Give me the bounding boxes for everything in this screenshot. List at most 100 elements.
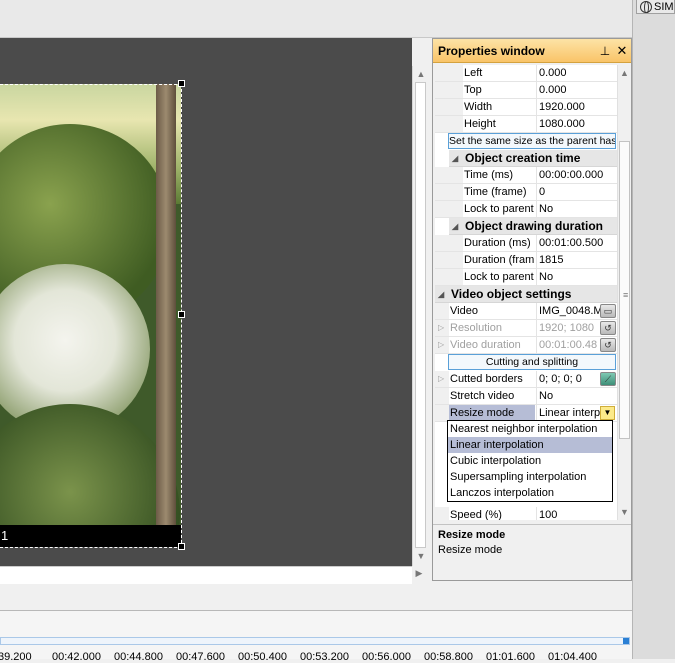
- timeline-tick: 01:04.400: [548, 651, 597, 663]
- dropdown-option[interactable]: Lanczos interpolation: [448, 485, 612, 501]
- crop-edit-icon[interactable]: ⟋: [600, 372, 616, 386]
- property-value[interactable]: 0.000: [536, 82, 617, 98]
- property-key: Duration (ms): [464, 237, 531, 249]
- timeline-tick: 39.200: [0, 651, 32, 663]
- canvas-horizontal-scroll-end[interactable]: ▶: [412, 566, 428, 582]
- property-key: Stretch video: [450, 390, 515, 402]
- category-video-object-settings[interactable]: ◢ Video object settings: [435, 286, 617, 303]
- property-row-speed[interactable]: Speed (%) 100: [435, 507, 617, 520]
- property-value[interactable]: 1815: [536, 252, 617, 268]
- timeline-tick: 00:44.800: [114, 651, 163, 663]
- property-value[interactable]: No: [536, 201, 617, 217]
- timeline-tick: 01:01.600: [486, 651, 535, 663]
- property-key: Height: [464, 118, 496, 130]
- resize-handle-middle-right[interactable]: [178, 311, 185, 318]
- resize-handle-top-right[interactable]: [178, 80, 185, 87]
- property-key: Video duration: [450, 339, 521, 351]
- property-value[interactable]: 1920.000: [536, 99, 617, 115]
- property-value[interactable]: No: [536, 269, 617, 285]
- timeline-tick: 00:42.000: [52, 651, 101, 663]
- property-key: Video: [450, 305, 478, 317]
- expand-triangle-icon[interactable]: ▷: [438, 340, 444, 349]
- category-object-drawing-duration[interactable]: ◢ Object drawing duration: [449, 218, 617, 235]
- same-size-as-parent-button[interactable]: Set the same size as the parent has: [448, 133, 616, 149]
- property-value[interactable]: 0.000: [536, 65, 617, 81]
- close-icon[interactable]: ✕: [615, 39, 629, 63]
- property-key: Width: [464, 101, 493, 113]
- property-row-cutted-borders[interactable]: ▷ Cutted borders 0; 0; 0; 0 ⟋: [435, 371, 617, 388]
- resize-handle-bottom-right[interactable]: [178, 543, 185, 550]
- scroll-up-arrow-icon[interactable]: ▲: [618, 66, 631, 80]
- timeline-scroll-bar[interactable]: [0, 637, 630, 645]
- property-row-duration-frames[interactable]: Duration (fram 1815: [435, 252, 617, 269]
- property-row-width[interactable]: Width 1920.000: [435, 99, 617, 116]
- property-row-left[interactable]: Left 0.000: [435, 65, 617, 82]
- category-object-creation-time[interactable]: ◢ Object creation time: [449, 150, 617, 167]
- property-row-lock-to-parent[interactable]: Lock to parent No: [435, 201, 617, 218]
- property-key: Resize mode: [449, 405, 535, 421]
- dropdown-option[interactable]: Cubic interpolation: [448, 453, 612, 469]
- expand-triangle-icon[interactable]: ▷: [438, 323, 444, 332]
- timeline-tick: 00:58.800: [424, 651, 473, 663]
- collapse-triangle-icon[interactable]: ◢: [438, 287, 444, 303]
- right-dock-tab[interactable]: SIM: [636, 0, 675, 14]
- scroll-up-arrow-icon[interactable]: ▲: [414, 67, 428, 81]
- dropdown-option[interactable]: Nearest neighbor interpolation: [448, 421, 612, 437]
- browse-folder-icon[interactable]: ▭: [600, 304, 616, 318]
- property-row-height[interactable]: Height 1080.000: [435, 116, 617, 133]
- timeline-tick: 00:47.600: [176, 651, 225, 663]
- property-row-duration-ms[interactable]: Duration (ms) 00:01:00.500: [435, 235, 617, 252]
- property-key: Lock to parent: [464, 271, 534, 283]
- property-value[interactable]: 00:01:00.500: [536, 235, 617, 251]
- property-key: Duration (fram: [464, 254, 535, 266]
- property-row-duration-lock-to-parent[interactable]: Lock to parent No: [435, 269, 617, 286]
- help-title: Resize mode: [438, 529, 506, 541]
- collapse-triangle-icon[interactable]: ◢: [452, 151, 458, 167]
- reset-icon[interactable]: ↺: [600, 338, 616, 352]
- property-row-top[interactable]: Top 0.000: [435, 82, 617, 99]
- canvas-horizontal-scrollbar[interactable]: [0, 566, 412, 584]
- dropdown-arrow-icon[interactable]: ▼: [600, 406, 615, 420]
- dropdown-option[interactable]: Supersampling interpolation: [448, 469, 612, 485]
- scroll-right-arrow-icon[interactable]: ▶: [412, 566, 426, 580]
- dropdown-option-selected[interactable]: Linear interpolation: [448, 437, 612, 453]
- property-row-resolution[interactable]: ▷ Resolution 1920; 1080 ↺: [435, 320, 617, 337]
- timeline-ruler: 39.200 00:42.000 00:44.800 00:47.600 00:…: [0, 651, 632, 663]
- properties-scroll-thumb[interactable]: ≡: [619, 141, 630, 439]
- right-dock-tab-label: SIM: [654, 0, 674, 13]
- property-key: Lock to parent: [464, 203, 534, 215]
- property-value[interactable]: No: [536, 388, 617, 404]
- property-row-video-duration[interactable]: ▷ Video duration 00:01:00.48 ↺: [435, 337, 617, 354]
- properties-scrollbar[interactable]: ▲ ≡ ▼: [617, 65, 631, 520]
- property-key: Time (ms): [464, 169, 514, 181]
- scroll-down-arrow-icon[interactable]: ▼: [618, 505, 631, 519]
- globe-icon: [640, 0, 652, 13]
- resize-mode-dropdown-list[interactable]: Nearest neighbor interpolation Linear in…: [447, 420, 613, 502]
- property-row-stretch-video[interactable]: Stretch video No: [435, 388, 617, 405]
- property-key: Speed (%): [450, 509, 502, 520]
- property-value[interactable]: 00:00:00.000: [536, 167, 617, 183]
- timeline-scroll-thumb[interactable]: [623, 638, 629, 644]
- timeline-toolbar: [0, 584, 632, 610]
- property-row-video[interactable]: Video IMG_0048.M ▭: [435, 303, 617, 320]
- timeline[interactable]: 39.200 00:42.000 00:44.800 00:47.600 00:…: [0, 610, 632, 663]
- scroll-down-arrow-icon[interactable]: ▼: [414, 549, 428, 563]
- reset-icon[interactable]: ↺: [600, 321, 616, 335]
- right-dock-strip: [632, 0, 675, 659]
- canvas-vertical-scrollbar[interactable]: ▲ ▼: [412, 66, 428, 566]
- top-toolbar-area: [0, 0, 632, 38]
- cutting-and-splitting-button[interactable]: Cutting and splitting: [448, 354, 616, 370]
- property-row-time-ms[interactable]: Time (ms) 00:00:00.000: [435, 167, 617, 184]
- expand-triangle-icon[interactable]: ▷: [438, 374, 444, 383]
- selection-border: [0, 84, 182, 548]
- property-row-time-frame[interactable]: Time (frame) 0: [435, 184, 617, 201]
- help-description: Resize mode: [438, 544, 503, 556]
- property-value[interactable]: 1080.000: [536, 116, 617, 132]
- timeline-tick: 00:56.000: [362, 651, 411, 663]
- pin-icon[interactable]: ⊥: [598, 39, 612, 63]
- collapse-triangle-icon[interactable]: ◢: [452, 219, 458, 235]
- canvas-scroll-thumb[interactable]: [415, 82, 426, 548]
- property-key: Left: [464, 67, 483, 79]
- property-value[interactable]: 0: [536, 184, 617, 200]
- property-value[interactable]: 100: [536, 507, 617, 520]
